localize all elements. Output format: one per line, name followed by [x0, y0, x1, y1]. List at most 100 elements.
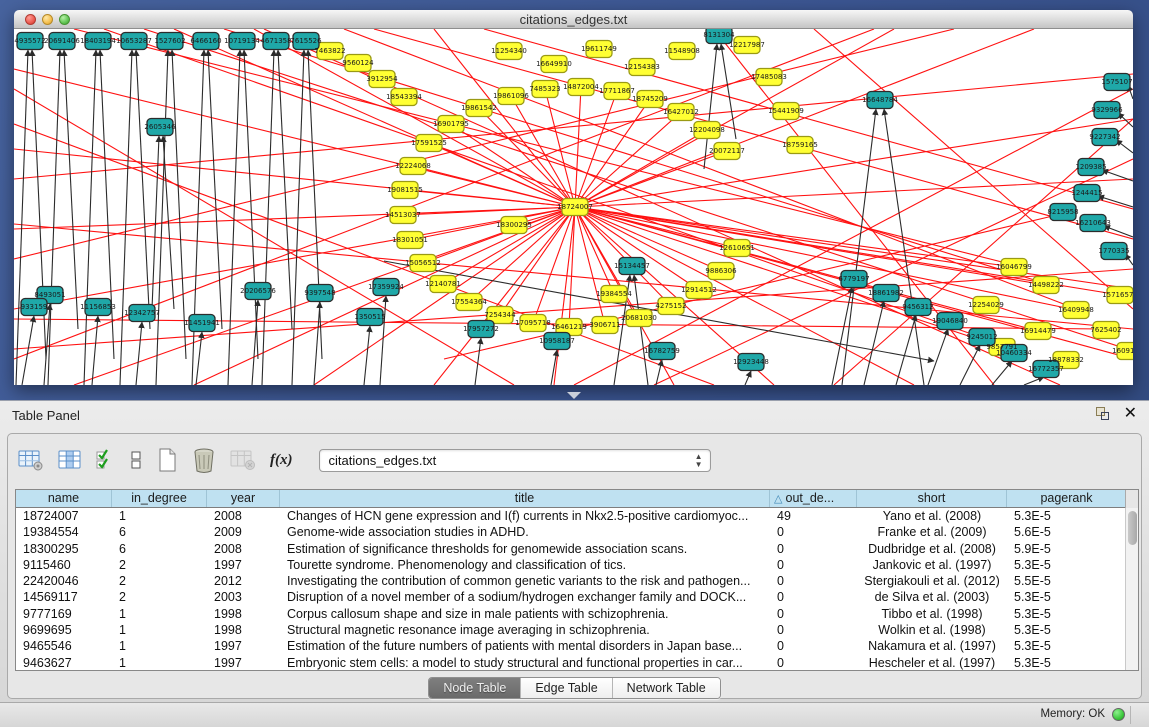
- column-header-year[interactable]: year: [207, 490, 280, 507]
- table-cell: Jankovic et al. (1997): [857, 557, 1007, 573]
- graph-node-label: 18724007: [557, 203, 593, 211]
- edge-black[interactable]: [634, 275, 648, 385]
- table-cell: 5.3E-5: [1007, 508, 1127, 524]
- tab-network-table[interactable]: Network Table: [613, 678, 720, 698]
- edge-black[interactable]: [136, 322, 142, 385]
- graph-node-label: 7485323: [529, 85, 560, 93]
- edge-black[interactable]: [172, 50, 186, 359]
- edge-black[interactable]: [1024, 377, 1044, 385]
- table-row[interactable]: 977716911998Corpus callosum shape and si…: [16, 606, 1138, 622]
- network-window-titlebar[interactable]: citations_edges.txt: [14, 10, 1133, 29]
- table-row[interactable]: 946554611997Estimation of the future num…: [16, 638, 1138, 654]
- column-header-in_degree[interactable]: in_degree: [112, 490, 207, 507]
- edge-red[interactable]: [554, 207, 575, 385]
- table-row[interactable]: 1456911722003Disruption of a novel membe…: [16, 589, 1138, 605]
- table-row[interactable]: 1938455462009Genome-wide association stu…: [16, 524, 1138, 540]
- sort-ascending-icon: △: [774, 493, 786, 505]
- delete-table-icon[interactable]: [192, 447, 216, 474]
- graph-node-label: 10719134: [224, 37, 260, 45]
- edge-black[interactable]: [314, 302, 320, 385]
- table-settings-icon[interactable]: [18, 449, 44, 471]
- table-row[interactable]: 1872400712008Changes of HCN gene express…: [16, 508, 1138, 524]
- edge-black[interactable]: [745, 371, 751, 385]
- graph-node-label: 1350515: [354, 313, 385, 321]
- edge-black[interactable]: [16, 50, 28, 385]
- table-cell: 2008: [207, 541, 280, 557]
- graph-node-label: 12254029: [968, 301, 1004, 309]
- edge-black[interactable]: [960, 345, 980, 385]
- edge-black[interactable]: [308, 50, 322, 359]
- edge-red[interactable]: [575, 87, 581, 207]
- new-table-icon[interactable]: [156, 447, 178, 473]
- edge-black[interactable]: [84, 50, 96, 385]
- edge-red[interactable]: [314, 207, 575, 385]
- network-canvas[interactable]: 1872400718300295193845541261065198863061…: [14, 29, 1133, 385]
- edge-black[interactable]: [884, 109, 924, 385]
- edge-black[interactable]: [278, 50, 292, 329]
- edge-black[interactable]: [22, 316, 34, 385]
- column-header-title[interactable]: title: [280, 490, 770, 507]
- scroll-corner: [1125, 490, 1138, 508]
- edge-red[interactable]: [104, 29, 1000, 344]
- edge-black[interactable]: [196, 332, 202, 385]
- graph-node-label: 12154383: [624, 63, 660, 71]
- edge-red[interactable]: [14, 149, 575, 207]
- edge-red[interactable]: [484, 29, 1133, 209]
- edge-black[interactable]: [364, 326, 370, 385]
- graph-node-label: 19046840: [932, 317, 968, 325]
- column-header-out_de[interactable]: △ out_de...: [770, 490, 857, 507]
- edge-black[interactable]: [120, 50, 132, 385]
- edge-red[interactable]: [575, 207, 1076, 310]
- edge-black[interactable]: [896, 315, 916, 385]
- edge-black[interactable]: [208, 50, 222, 329]
- column-header-name[interactable]: name: [16, 490, 112, 507]
- edge-black[interactable]: [64, 50, 78, 329]
- select-columns-icon[interactable]: [96, 449, 116, 471]
- show-columns-icon[interactable]: [58, 449, 82, 471]
- table-row[interactable]: 2242004622012Investigating the contribut…: [16, 573, 1138, 589]
- table-row[interactable]: 1830029562008Estimation of significance …: [16, 541, 1138, 557]
- row-height-icon[interactable]: [130, 449, 142, 471]
- graph-node-label: 16901795: [433, 120, 469, 128]
- scrollbar-thumb[interactable]: [1128, 511, 1137, 545]
- edge-black[interactable]: [992, 361, 1012, 385]
- float-panel-icon[interactable]: [1094, 406, 1110, 422]
- table-row[interactable]: 911546021997Tourette syndrome. Phenomeno…: [16, 557, 1138, 573]
- graph-node-label: 15056512: [405, 259, 441, 267]
- edge-black[interactable]: [48, 50, 60, 385]
- table-row[interactable]: 946362711997Embryonic stem cells: a mode…: [16, 655, 1138, 670]
- edge-black[interactable]: [92, 316, 98, 385]
- function-builder-icon[interactable]: f(x): [270, 452, 293, 469]
- memory-ok-icon[interactable]: [1112, 708, 1125, 721]
- table-cell: 9465546: [16, 638, 112, 654]
- edge-black[interactable]: [136, 50, 150, 329]
- tab-edge-table[interactable]: Edge Table: [521, 678, 612, 698]
- table-cell: Franke et al. (2009): [857, 524, 1007, 540]
- table-cell: 2012: [207, 573, 280, 589]
- edge-black[interactable]: [928, 329, 948, 385]
- tab-node-table[interactable]: Node Table: [429, 678, 521, 698]
- table-cell: Embryonic stem cells: a model to study s…: [280, 655, 770, 670]
- table-panel: Table Panel ✕: [0, 400, 1149, 702]
- table-cell: 5.3E-5: [1007, 638, 1127, 654]
- edge-red[interactable]: [575, 99, 650, 207]
- column-header-short[interactable]: short: [857, 490, 1007, 507]
- vertical-scrollbar[interactable]: [1125, 508, 1138, 670]
- edge-red[interactable]: [14, 69, 575, 207]
- splitter-handle-icon[interactable]: [567, 392, 581, 399]
- graph-node-label: 9227342: [1089, 133, 1120, 141]
- table-cell: Tourette syndrome. Phenomenology and cla…: [280, 557, 770, 573]
- edge-black[interactable]: [244, 50, 258, 359]
- edge-red[interactable]: [14, 207, 575, 229]
- table-selector-dropdown[interactable]: citations_edges.txt ▲▼: [319, 449, 711, 472]
- edge-black[interactable]: [156, 50, 168, 385]
- close-panel-icon[interactable]: ✕: [1124, 406, 1137, 422]
- column-header-pagerank[interactable]: pagerank: [1007, 490, 1127, 507]
- graph-node-label: 11548908: [664, 47, 700, 55]
- table-row[interactable]: 969969511998Structural magnetic resonanc…: [16, 622, 1138, 638]
- edge-black[interactable]: [228, 50, 240, 385]
- edge-black[interactable]: [475, 338, 481, 385]
- edge-red[interactable]: [14, 207, 575, 309]
- edge-black[interactable]: [1098, 196, 1133, 207]
- graph-node-label: 11156853: [80, 303, 116, 311]
